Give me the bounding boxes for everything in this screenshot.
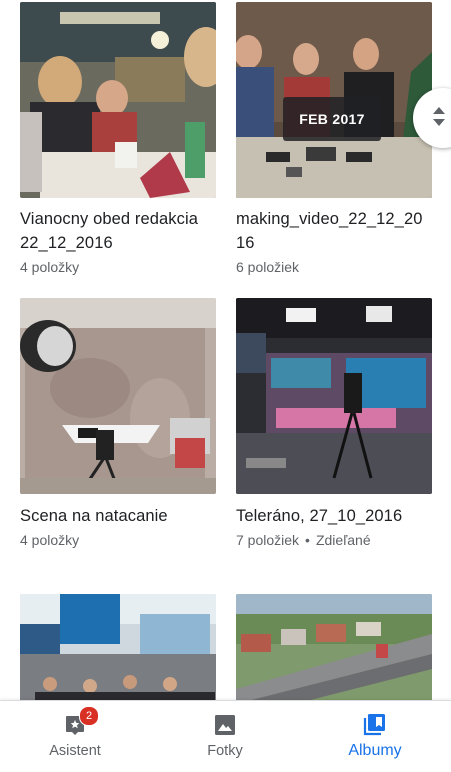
nav-photos-label: Fotky bbox=[207, 743, 243, 759]
album-thumbnail[interactable] bbox=[20, 298, 216, 494]
album-photo-aerial bbox=[236, 594, 432, 700]
album-title: Vianocny obed redakcia 22_12_2016 bbox=[20, 210, 199, 252]
scroll-date-label: FEB 2017 bbox=[283, 97, 381, 141]
album-item-meta: 7 položiek • Zdieľané bbox=[236, 532, 371, 548]
album-item-count: 7 položiek bbox=[236, 532, 300, 548]
albums-icon bbox=[363, 714, 385, 736]
album-photo-store bbox=[20, 594, 216, 700]
album-grid: Vianocny obed redakcia 22_12_2016 4 polo… bbox=[0, 0, 451, 700]
album-item-count: 6 položiek bbox=[236, 259, 300, 275]
album-thumbnail[interactable] bbox=[236, 298, 432, 494]
album-title: Scena na natacanie bbox=[20, 507, 168, 525]
album-thumbnail[interactable] bbox=[236, 594, 432, 700]
album-photo-scene bbox=[20, 298, 216, 494]
photo-icon bbox=[215, 715, 235, 735]
arrow-down-icon bbox=[433, 119, 445, 126]
nav-photos[interactable]: Fotky bbox=[150, 701, 300, 772]
nav-albums[interactable]: Albumy bbox=[300, 701, 450, 772]
album-title: making_video_22_12_20 16 bbox=[236, 210, 423, 252]
album-thumbnail[interactable] bbox=[20, 2, 216, 198]
nav-albums-label: Albumy bbox=[348, 742, 402, 759]
album-photo-tv-studio bbox=[236, 298, 432, 494]
shared-label: Zdieľané bbox=[315, 532, 371, 548]
separator-dot: • bbox=[305, 532, 310, 548]
notification-badge: 2 bbox=[79, 706, 99, 726]
album-title: Teleráno, 27_10_2016 bbox=[236, 507, 403, 525]
nav-assistant-label: Asistent bbox=[49, 743, 101, 759]
album-photo-lunch bbox=[20, 2, 216, 198]
album-item-count: 4 položky bbox=[20, 532, 80, 548]
album-thumbnail[interactable] bbox=[20, 594, 216, 700]
arrow-up-icon bbox=[433, 107, 445, 114]
album-item-count: 4 položky bbox=[20, 259, 80, 275]
nav-assistant[interactable]: 2 Asistent bbox=[0, 701, 150, 772]
bottom-navigation: 2 Asistent Fotky Albumy bbox=[0, 700, 451, 772]
